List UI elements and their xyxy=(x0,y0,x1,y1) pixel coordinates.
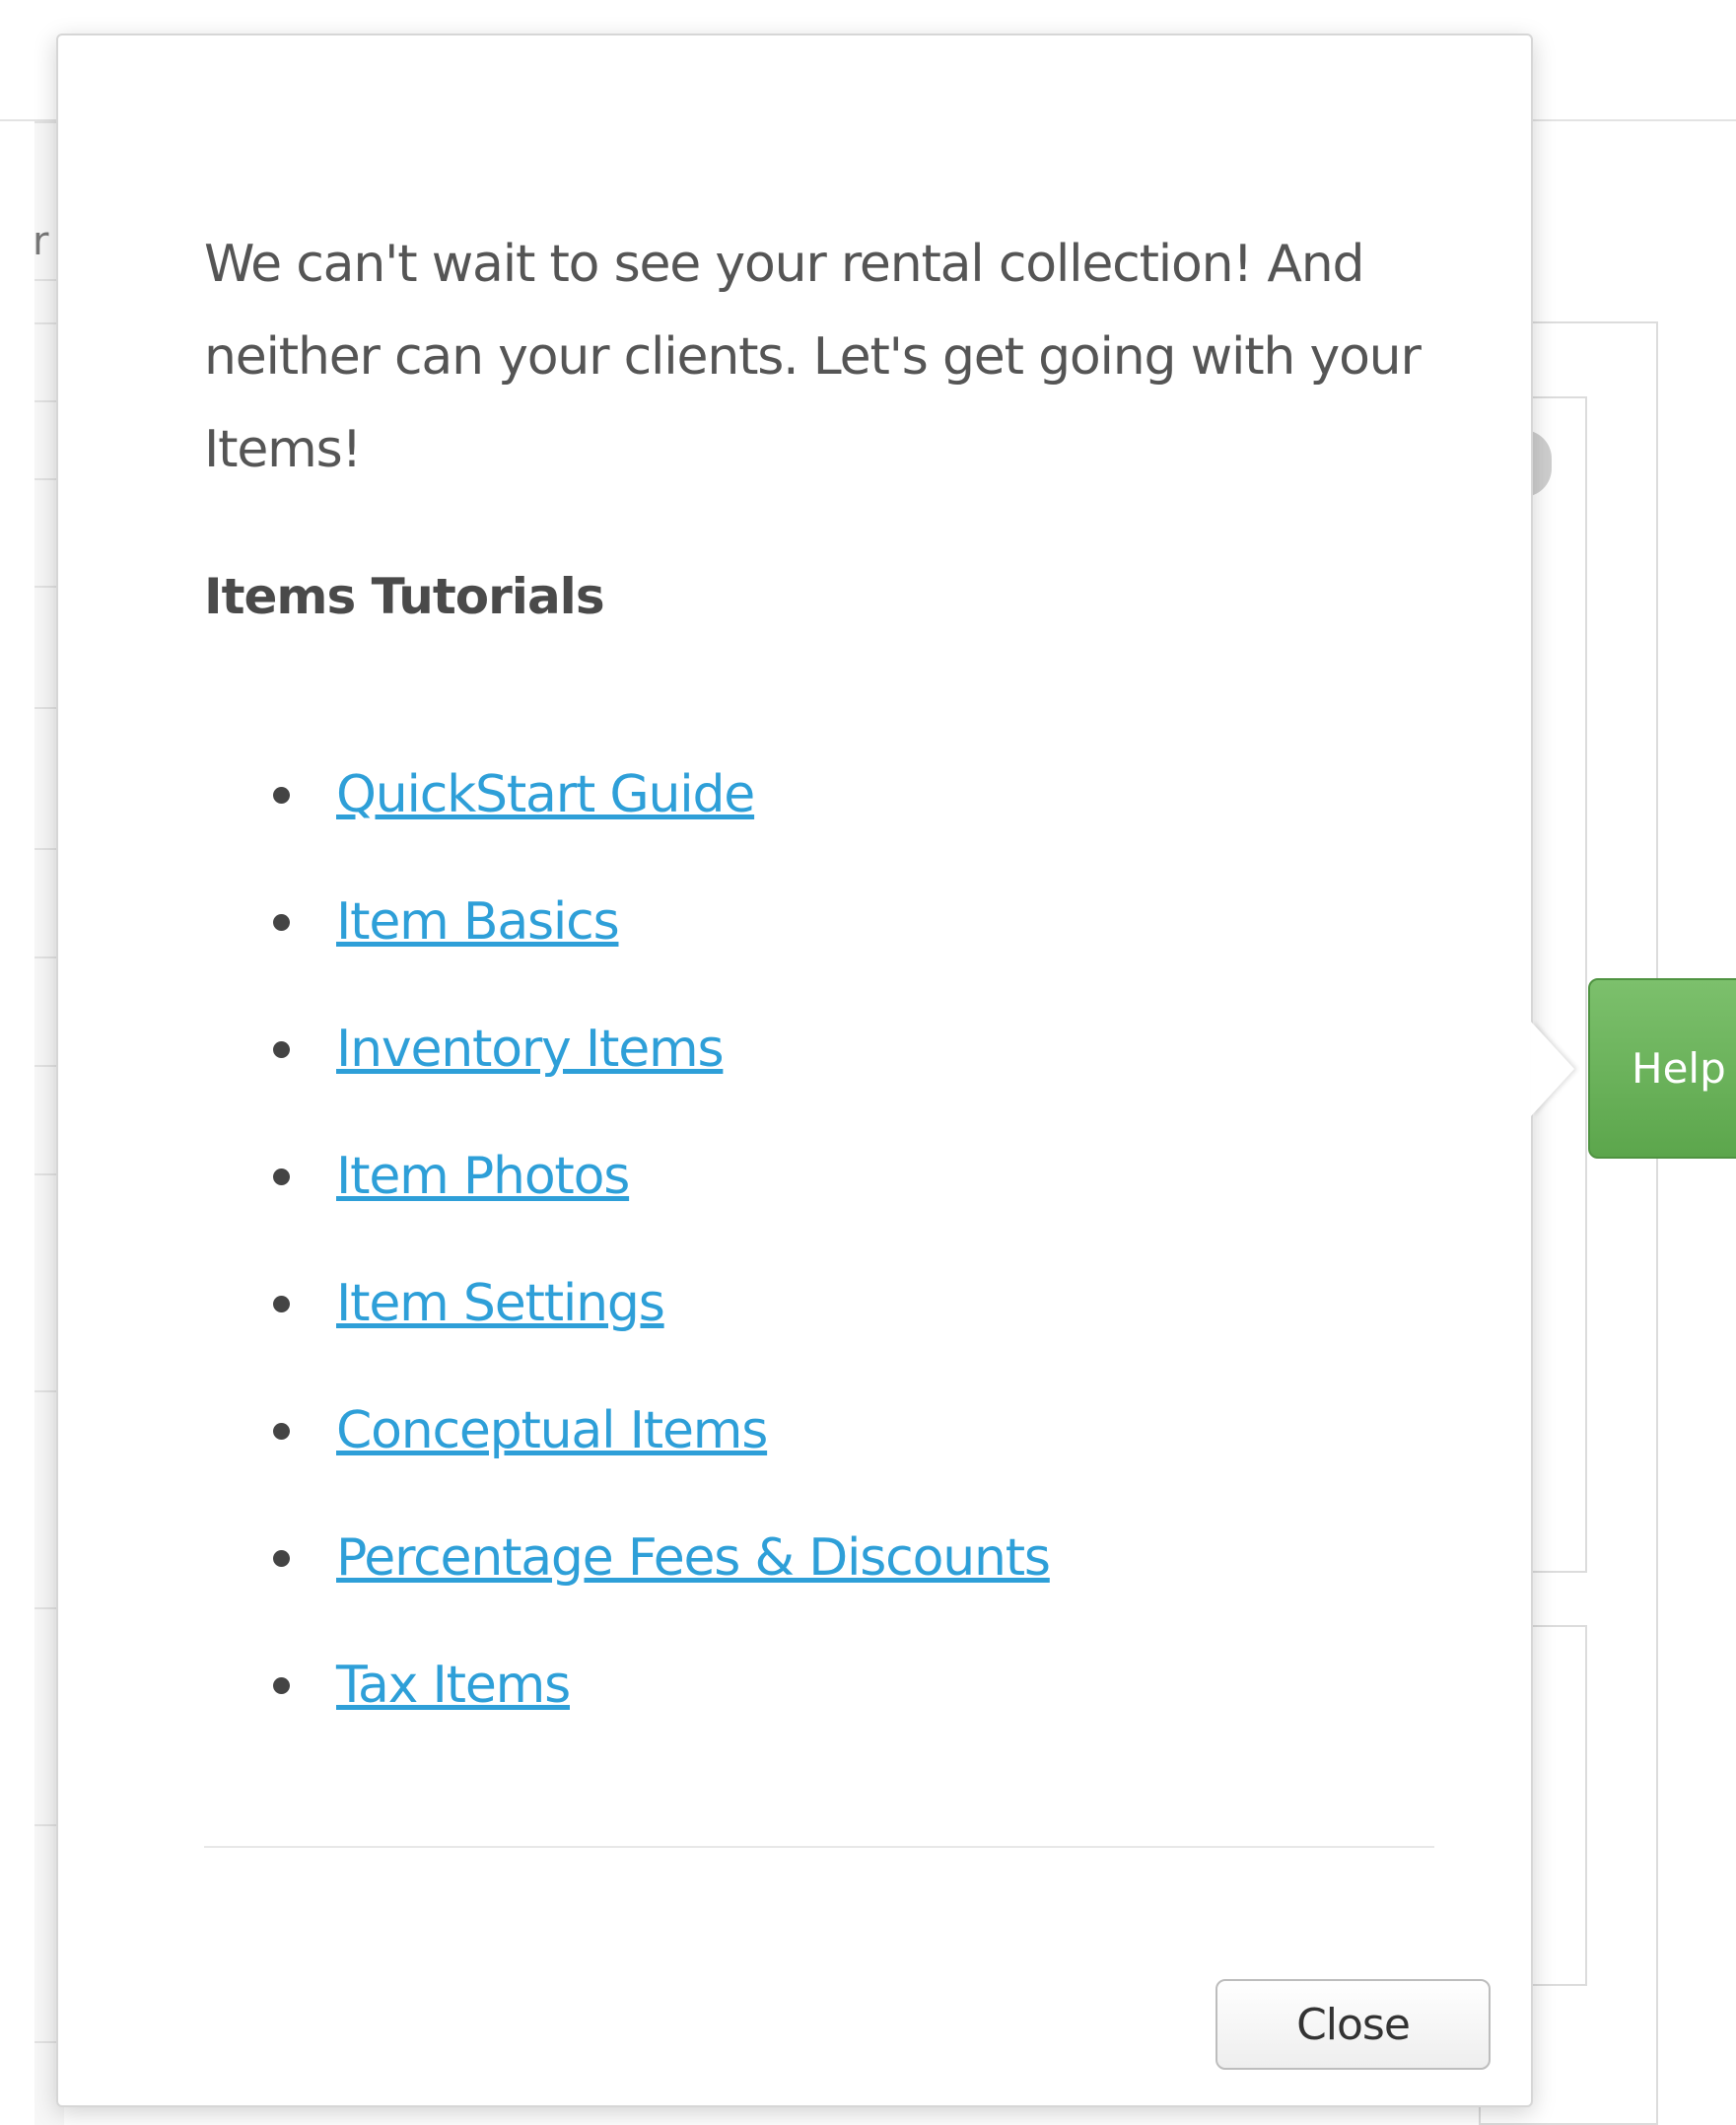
list-item: Item Basics xyxy=(273,858,1050,985)
tutorial-link-item-settings[interactable]: Item Settings xyxy=(336,1274,665,1333)
tutorial-link-percentage-fees-discounts[interactable]: Percentage Fees & Discounts xyxy=(336,1528,1051,1588)
popover-divider xyxy=(204,1846,1434,1848)
bullet-icon xyxy=(273,1040,290,1058)
tutorial-link-inventory-items[interactable]: Inventory Items xyxy=(336,1020,725,1079)
list-item: QuickStart Guide xyxy=(273,731,1050,858)
close-button[interactable]: Close xyxy=(1215,1979,1491,2070)
bullet-icon xyxy=(273,1168,290,1185)
tutorial-link-conceptual-items[interactable]: Conceptual Items xyxy=(336,1401,768,1460)
bullet-icon xyxy=(273,1295,290,1312)
list-item: Item Photos xyxy=(273,1112,1050,1240)
bullet-icon xyxy=(273,913,290,931)
section-title: Items Tutorials xyxy=(204,568,605,625)
tutorial-link-tax-items[interactable]: Tax Items xyxy=(336,1656,571,1715)
help-tab[interactable]: Help xyxy=(1588,978,1736,1159)
bullet-icon xyxy=(273,1422,290,1440)
tutorial-list: QuickStart Guide Item Basics Inventory I… xyxy=(273,731,1051,1748)
popover-arrow-icon xyxy=(1531,1022,1574,1116)
help-tab-label: Help xyxy=(1632,1044,1726,1093)
tutorial-link-item-photos[interactable]: Item Photos xyxy=(336,1147,630,1206)
screen: r Help We can't wait to see your rental … xyxy=(0,0,1736,2125)
list-item: Inventory Items xyxy=(273,985,1050,1112)
tutorial-popover: We can't wait to see your rental collect… xyxy=(56,34,1533,2107)
tutorial-link-quickstart-guide[interactable]: QuickStart Guide xyxy=(336,765,755,824)
list-item: Conceptual Items xyxy=(273,1367,1050,1494)
bullet-icon xyxy=(273,1549,290,1567)
background-truncated-text: r xyxy=(33,219,49,264)
bullet-icon xyxy=(273,1676,290,1694)
tutorial-link-item-basics[interactable]: Item Basics xyxy=(336,892,620,952)
popover-intro-text: We can't wait to see your rental collect… xyxy=(204,235,1422,479)
list-item: Tax Items xyxy=(273,1621,1050,1748)
list-item: Item Settings xyxy=(273,1240,1050,1367)
list-item: Percentage Fees & Discounts xyxy=(273,1494,1051,1621)
bullet-icon xyxy=(273,786,290,804)
